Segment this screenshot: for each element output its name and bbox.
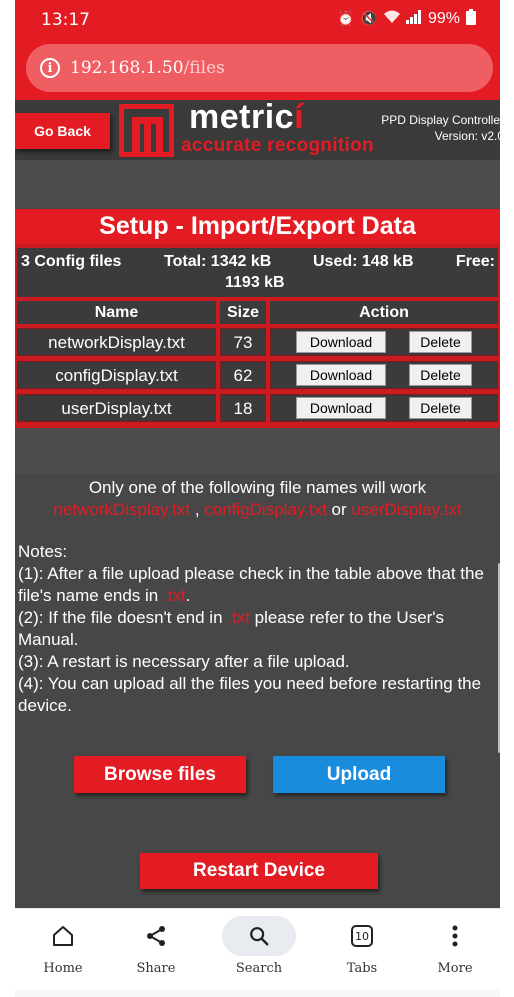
nav-tabs-label: Tabs — [346, 961, 378, 976]
free-size: 1193 kB — [225, 274, 285, 291]
restart-device-button[interactable]: Restart Device — [140, 853, 378, 889]
notes-section: Notes: (1): After a file upload please c… — [18, 541, 500, 717]
web-page: Go Back metricí accurate recognition PPD… — [15, 100, 500, 908]
metrici-logo-icon — [119, 104, 174, 157]
used-size: Used: 148 kB — [313, 253, 414, 270]
address-bar-area: i 192.168.1.50/files — [15, 38, 500, 100]
allowed-name-config: configDisplay.txt — [204, 500, 327, 519]
alarm-icon: ⏰ — [337, 10, 355, 26]
home-icon — [23, 917, 103, 955]
column-header-size: Size — [220, 301, 266, 324]
share-icon — [116, 917, 196, 955]
logo-wordmark: metricí — [189, 100, 305, 136]
download-button[interactable]: Download — [296, 397, 386, 419]
nav-share[interactable]: Share — [116, 917, 196, 976]
download-button[interactable]: Download — [296, 364, 386, 386]
nav-tabs[interactable]: 10 Tabs — [322, 917, 402, 976]
status-bar: 13:17 ⏰ 🔇 99% — [15, 0, 500, 38]
file-name-cell: userDisplay.txt — [17, 394, 216, 422]
allowed-name-network: networkDisplay.txt — [53, 500, 191, 519]
info-icon[interactable]: i — [40, 58, 60, 78]
nav-home-label: Home — [43, 961, 83, 976]
delete-button[interactable]: Delete — [409, 397, 472, 419]
file-size-cell: 73 — [220, 328, 266, 356]
tabs-icon: 10 — [322, 917, 402, 955]
controller-title: PPD Display Controller Version: v2.0 — [381, 112, 500, 144]
allowed-file-names: networkDisplay.txt , configDisplay.txt o… — [53, 500, 462, 519]
address-bar[interactable]: i 192.168.1.50/files — [26, 44, 493, 92]
note-4: (4): You can upload all the files you ne… — [18, 674, 482, 715]
nav-more[interactable]: More — [415, 917, 495, 976]
wifi-icon — [383, 10, 400, 27]
gesture-bar — [15, 990, 500, 997]
nav-search-label: Search — [235, 961, 283, 976]
file-name-cell: configDisplay.txt — [17, 361, 216, 389]
note-2: (2): If the file doesn't end in .txt ple… — [18, 608, 445, 649]
file-name-hint: Only one of the following file names wil… — [88, 478, 427, 497]
nav-search[interactable]: Search — [219, 916, 299, 976]
config-count: 3 Config files — [21, 253, 122, 270]
upload-button[interactable]: Upload — [273, 756, 445, 793]
spacer-band — [15, 428, 500, 474]
mute-icon: 🔇 — [360, 10, 378, 26]
tabs-count: 10 — [351, 925, 373, 947]
note-3: (3): A restart is necessary after a file… — [18, 652, 350, 671]
page-header: Go Back metricí accurate recognition PPD… — [15, 100, 500, 160]
nav-share-label: Share — [136, 961, 176, 976]
page-title: Setup - Import/Export Data — [15, 209, 500, 244]
notes-title: Notes: — [18, 542, 68, 561]
delete-button[interactable]: Delete — [409, 331, 472, 353]
column-header-name: Name — [17, 301, 216, 324]
file-size-cell: 62 — [220, 361, 266, 389]
note-1: (1): After a file upload please check in… — [18, 564, 484, 605]
url-path: /files — [183, 58, 225, 78]
file-size-cell: 18 — [220, 394, 266, 422]
more-vertical-icon — [415, 917, 495, 955]
nav-more-label: More — [437, 961, 473, 976]
nav-home[interactable]: Home — [23, 917, 103, 976]
column-header-action: Action — [270, 301, 498, 324]
delete-button[interactable]: Delete — [409, 364, 472, 386]
go-back-button[interactable]: Go Back — [15, 113, 110, 149]
scrollbar[interactable] — [498, 563, 500, 753]
browser-bottom-nav: Home Share Search 10 Tabs More — [15, 908, 500, 997]
logo-tagline: accurate recognition — [181, 135, 374, 156]
status-icons: ⏰ 🔇 99% — [337, 9, 476, 28]
total-size: Total: 1342 kB — [164, 253, 272, 270]
browse-files-button[interactable]: Browse files — [74, 756, 246, 793]
version-label: Version: v2.0 — [434, 129, 500, 143]
battery-percent: 99% — [427, 9, 460, 27]
file-name-cell: networkDisplay.txt — [17, 328, 216, 356]
signal-icon — [405, 10, 422, 27]
allowed-name-user: userDisplay.txt — [351, 500, 462, 519]
status-time: 13:17 — [41, 10, 90, 30]
search-icon — [222, 916, 296, 956]
url-host: 192.168.1.50 — [70, 58, 184, 78]
battery-icon — [466, 9, 476, 28]
free-label: Free: — [455, 253, 495, 270]
files-panel: 3 Config files Total: 1342 kB Used: 148 … — [15, 244, 500, 428]
storage-stats: 3 Config files Total: 1342 kB Used: 148 … — [17, 248, 498, 297]
download-button[interactable]: Download — [296, 331, 386, 353]
spacer-band — [15, 160, 500, 208]
